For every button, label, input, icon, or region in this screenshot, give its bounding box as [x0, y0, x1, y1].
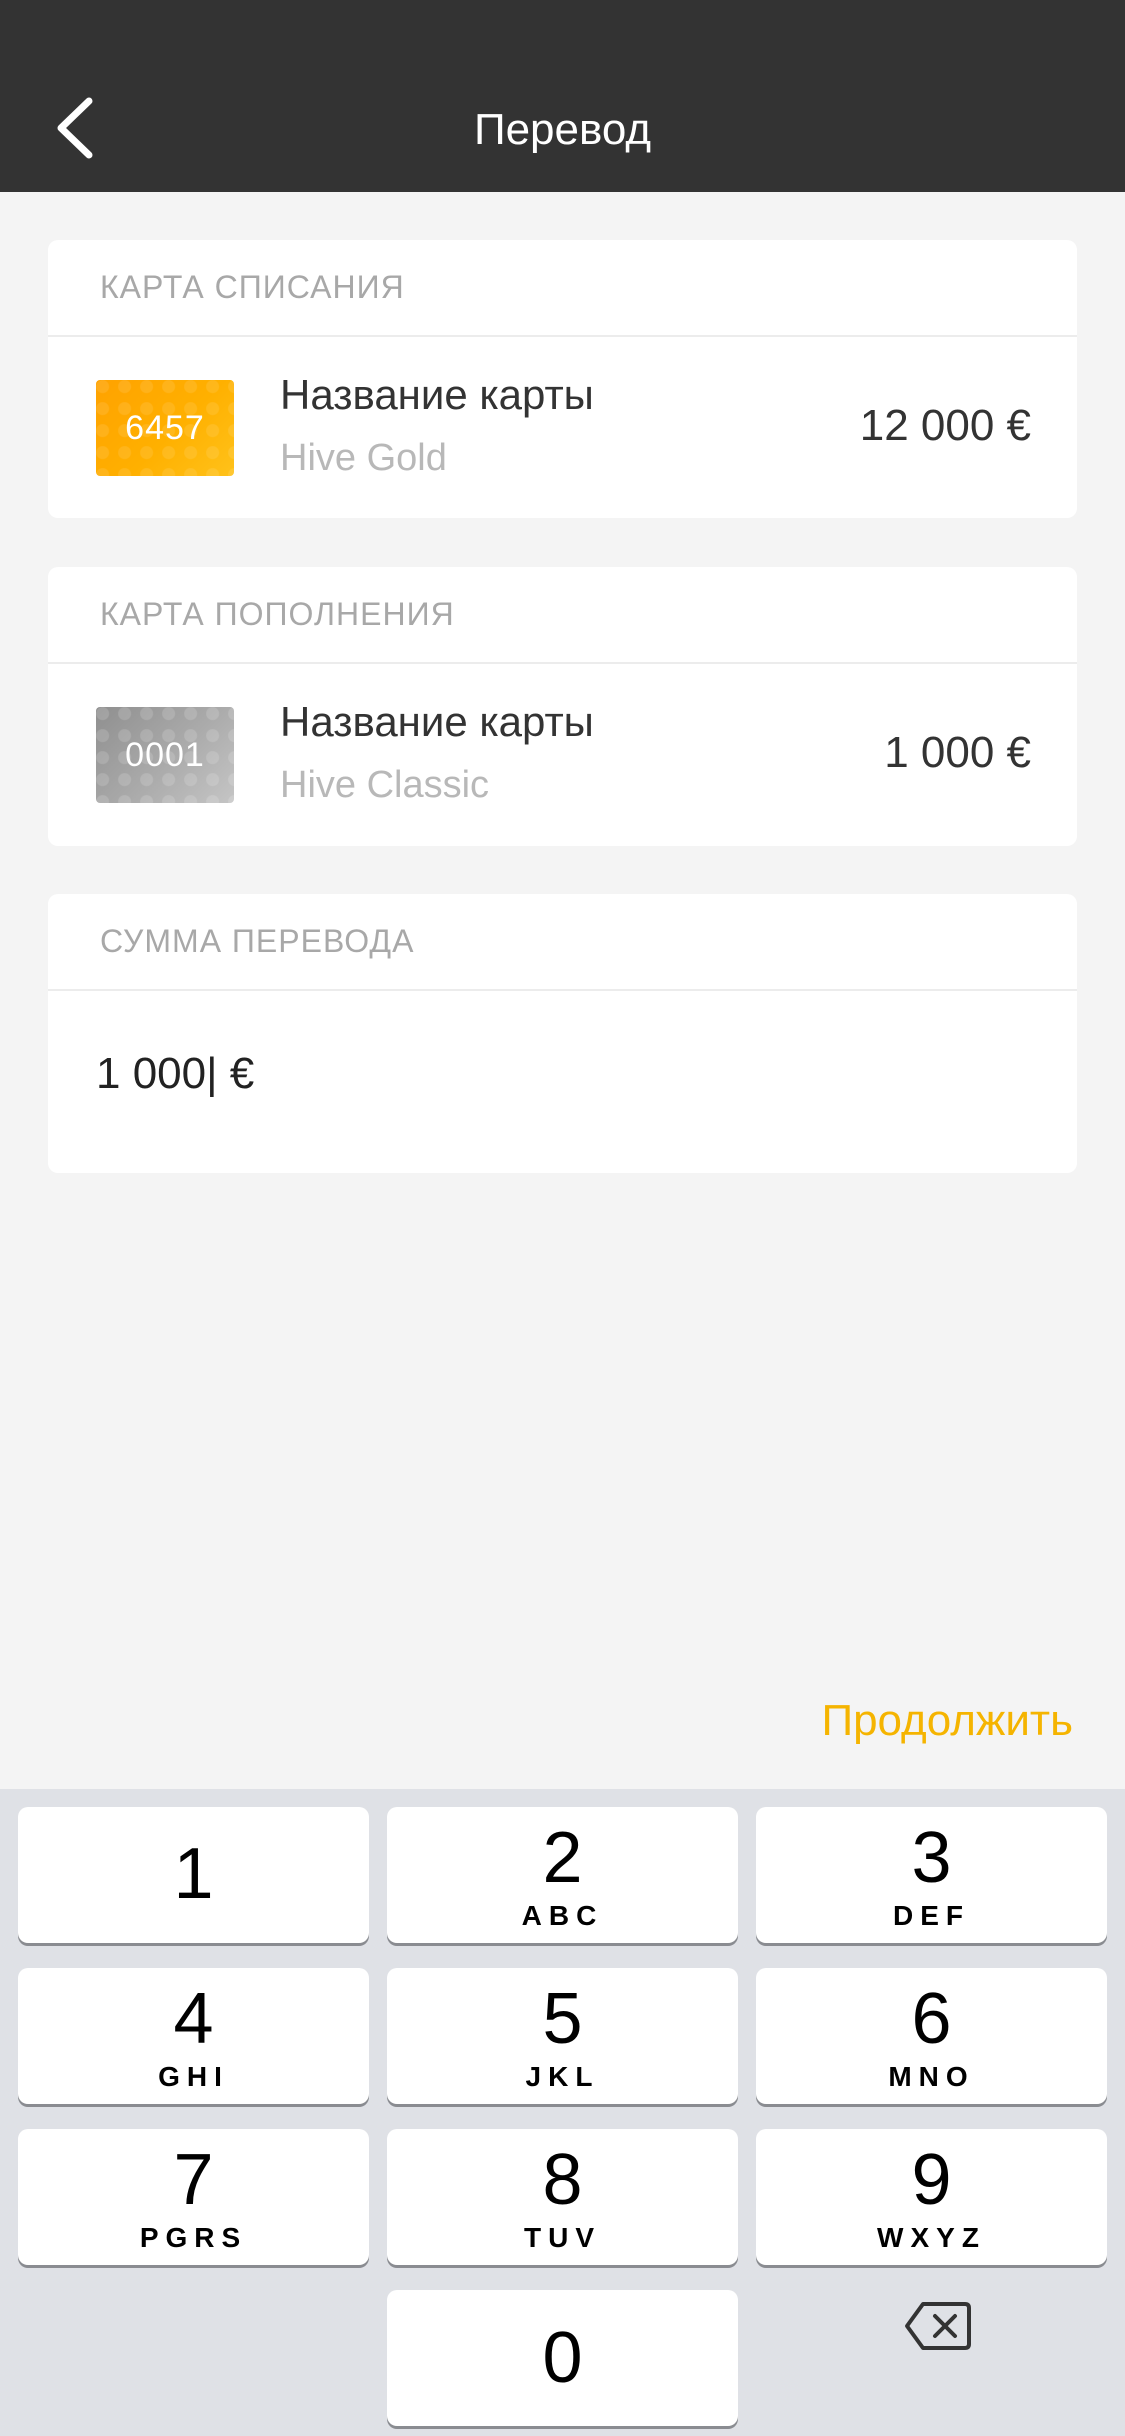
- key-letters: MNO: [888, 2061, 975, 2092]
- key-letters: TUV: [524, 2222, 601, 2253]
- card-product: Hive Gold: [280, 437, 447, 479]
- credit-section-label: КАРТА ПОПОЛНЕНИЯ: [48, 567, 1077, 664]
- card-balance: 12 000 €: [859, 401, 1031, 450]
- numeric-keypad: 1 2 ABC 3 DEF 4 GHI 5 JKL 6 MNO 7 PGRS 8: [0, 1789, 1125, 2436]
- debit-card-row[interactable]: 6457 Название карты Hive Gold 12 000 €: [48, 337, 1077, 518]
- card-name: Название карты: [280, 371, 594, 418]
- card-balance: 1 000 €: [884, 728, 1031, 777]
- key-digit: 3: [911, 1818, 952, 1898]
- key-letters: DEF: [893, 1900, 970, 1931]
- key-digit: 9: [911, 2140, 952, 2220]
- key-5[interactable]: 5 JKL: [387, 1968, 738, 2104]
- card-number: 0001: [125, 735, 205, 774]
- key-digit: 0: [542, 2318, 583, 2398]
- key-8[interactable]: 8 TUV: [387, 2129, 738, 2265]
- key-0[interactable]: 0: [387, 2290, 738, 2426]
- key-digit: 4: [173, 1979, 214, 2059]
- amount-section-label: СУММА ПЕРЕВОДА: [48, 894, 1077, 991]
- key-digit: 6: [911, 1979, 952, 2059]
- amount-value: 1 000| €: [96, 1049, 255, 1098]
- key-letters: JKL: [525, 2061, 600, 2092]
- key-2[interactable]: 2 ABC: [387, 1807, 738, 1943]
- card-name: Название карты: [280, 698, 594, 745]
- nav-bar: Перевод: [0, 0, 1125, 192]
- key-3[interactable]: 3 DEF: [756, 1807, 1107, 1943]
- delete-button[interactable]: [866, 2271, 1010, 2381]
- credit-card-section: КАРТА ПОПОЛНЕНИЯ 0001 Название карты Hiv…: [48, 567, 1077, 846]
- credit-card-row[interactable]: 0001 Название карты Hive Classic 1 000 €: [48, 664, 1077, 845]
- debit-card-section: КАРТА СПИСАНИЯ 6457 Название карты Hive …: [48, 240, 1077, 518]
- key-letters: GHI: [158, 2061, 229, 2092]
- key-letters: WXYZ: [877, 2222, 986, 2253]
- key-letters: ABC: [521, 1900, 604, 1931]
- debit-section-label: КАРТА СПИСАНИЯ: [48, 240, 1077, 337]
- amount-section: СУММА ПЕРЕВОДА 1 000| €: [48, 894, 1077, 1173]
- key-4[interactable]: 4 GHI: [18, 1968, 369, 2104]
- key-digit: 5: [542, 1979, 583, 2059]
- key-6[interactable]: 6 MNO: [756, 1968, 1107, 2104]
- amount-input[interactable]: 1 000| €: [48, 991, 1077, 1171]
- card-thumbnail-silver: 0001: [96, 707, 234, 803]
- key-letters: PGRS: [139, 2222, 248, 2253]
- key-digit: 2: [542, 1818, 583, 1898]
- card-thumbnail-gold: 6457: [96, 380, 234, 476]
- key-digit: 7: [173, 2140, 214, 2220]
- key-digit: 1: [173, 1834, 214, 1914]
- card-number: 6457: [125, 408, 205, 447]
- page-title: Перевод: [473, 105, 652, 154]
- card-product: Hive Classic: [280, 764, 490, 806]
- key-digit: 8: [542, 2140, 583, 2220]
- backspace-icon: [905, 2302, 971, 2350]
- continue-button[interactable]: Продолжить: [821, 1696, 1073, 1746]
- key-9[interactable]: 9 WXYZ: [756, 2129, 1107, 2265]
- key-1[interactable]: 1: [18, 1807, 369, 1943]
- key-7[interactable]: 7 PGRS: [18, 2129, 369, 2265]
- transfer-screen: Перевод КАРТА СПИСАНИЯ 6457 Название кар…: [0, 0, 1125, 2436]
